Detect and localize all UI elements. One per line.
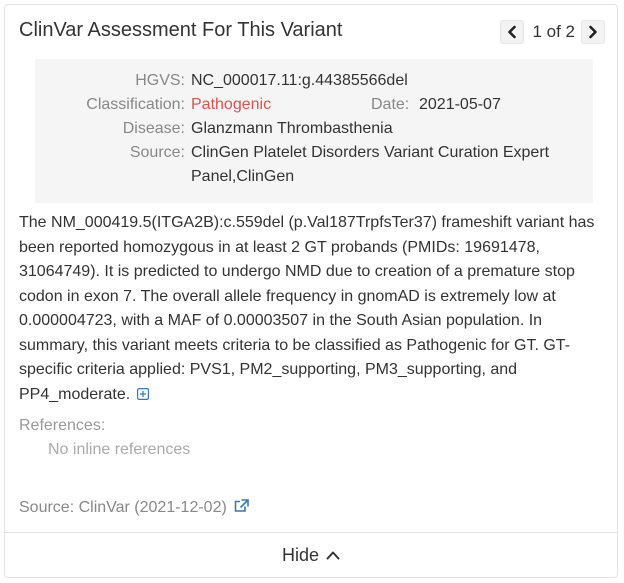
clinvar-assessment-card: ClinVar Assessment For This Variant 1 of… — [4, 4, 618, 578]
description-text: The NM_000419.5(ITGA2B):c.559del (p.Val1… — [19, 214, 595, 403]
next-button[interactable] — [581, 20, 605, 44]
assessment-pager: 1 of 2 — [500, 19, 605, 45]
chevron-up-icon — [326, 551, 340, 560]
external-link-icon[interactable] — [233, 499, 250, 513]
classification-value: Pathogenic — [191, 96, 272, 113]
disease-label: Disease: — [122, 120, 185, 137]
pager-count: 1 of 2 — [532, 22, 575, 41]
source-value: ClinGen Platelet Disorders Variant Curat… — [191, 144, 550, 185]
card-header: ClinVar Assessment For This Variant 1 of… — [5, 5, 617, 57]
date-label: Date: — [371, 96, 410, 113]
assessment-description: The NM_000419.5(ITGA2B):c.559del (p.Val1… — [19, 211, 609, 407]
source-line: Source: ClinVar (2021-12-02) — [19, 499, 250, 517]
disease-value: Glanzmann Thrombasthenia — [191, 120, 393, 137]
hide-button[interactable]: Hide — [5, 532, 617, 577]
source-label: Source: — [129, 144, 185, 161]
plus-square-icon[interactable] — [136, 387, 149, 400]
references-label: References: — [19, 417, 106, 434]
variant-details-panel: HGVS: NC_000017.11:g.44385566del Classif… — [35, 59, 593, 203]
classification-label: Classification: — [86, 96, 185, 113]
chevron-left-icon — [508, 25, 517, 39]
previous-button[interactable] — [500, 20, 525, 44]
hgvs-label: HGVS: — [135, 72, 185, 89]
hide-label: Hide — [281, 544, 320, 565]
chevron-right-icon — [589, 25, 597, 39]
source-text: Source: ClinVar (2021-12-02) — [19, 499, 227, 516]
no-references-text: No inline references — [48, 441, 191, 458]
date-value: 2021-05-07 — [419, 96, 501, 113]
card-title: ClinVar Assessment For This Variant — [19, 19, 343, 41]
hgvs-value: NC_000017.11:g.44385566del — [191, 72, 408, 89]
